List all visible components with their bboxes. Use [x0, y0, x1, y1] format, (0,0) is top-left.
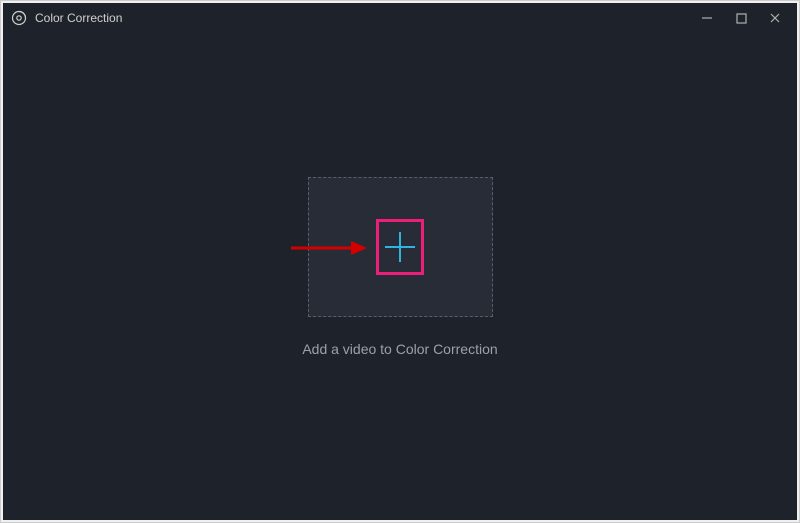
window-controls	[699, 10, 789, 26]
add-video-dropzone[interactable]	[308, 177, 493, 317]
content-area: Add a video to Color Correction	[3, 33, 797, 520]
window-title: Color Correction	[35, 11, 122, 25]
annotation-arrow-icon	[289, 238, 369, 258]
app-icon	[11, 10, 27, 26]
dropzone-caption: Add a video to Color Correction	[302, 341, 497, 357]
close-icon	[769, 12, 781, 24]
minimize-icon	[701, 12, 713, 24]
close-button[interactable]	[767, 10, 783, 26]
plus-icon	[381, 228, 419, 266]
add-video-highlight-box	[376, 219, 424, 275]
maximize-button[interactable]	[733, 10, 749, 26]
minimize-button[interactable]	[699, 10, 715, 26]
maximize-icon	[736, 13, 747, 24]
app-window: Color Correction	[3, 3, 797, 520]
titlebar: Color Correction	[3, 3, 797, 33]
